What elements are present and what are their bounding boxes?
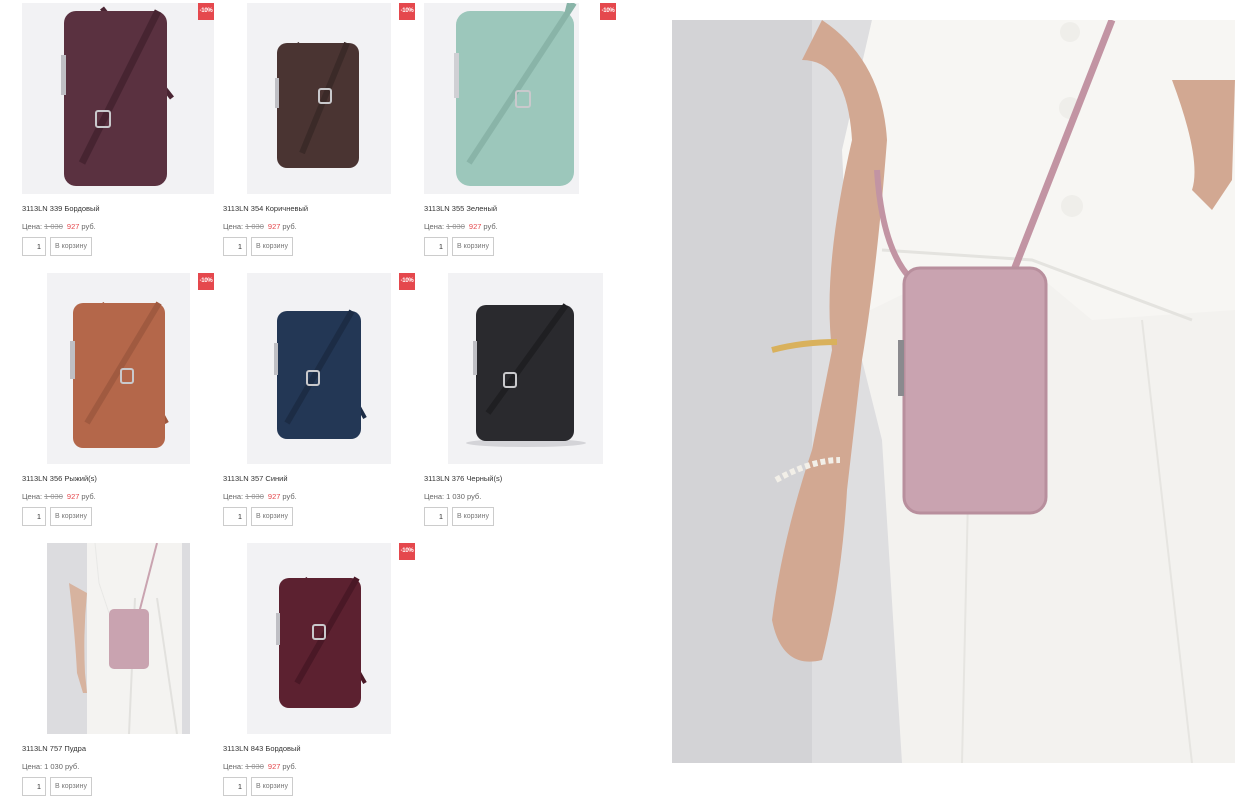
old-price: 1 030 <box>446 222 465 231</box>
product-name[interactable]: 3113LN 354 Коричневый <box>223 204 308 213</box>
price-row: Цена: 1 030 927 руб. <box>223 492 297 501</box>
product-image[interactable] <box>47 543 190 734</box>
add-to-cart-button[interactable]: В корзину <box>251 237 293 256</box>
price-row: Цена: 1 030 руб. <box>424 492 481 501</box>
old-price: 1 030 <box>44 222 63 231</box>
quantity-input[interactable]: 1 <box>22 777 46 796</box>
quantity-input[interactable]: 1 <box>22 507 46 526</box>
price-label: Цена: <box>223 762 244 771</box>
currency: руб. <box>81 222 96 231</box>
old-price: 1 030 <box>245 762 264 771</box>
quantity-input[interactable]: 1 <box>223 507 247 526</box>
price-label: Цена: <box>424 492 445 501</box>
price: 1 030 руб. <box>44 762 80 771</box>
discount-badge: -10% <box>198 273 214 290</box>
price-label: Цена: <box>22 762 43 771</box>
quantity-input[interactable]: 1 <box>424 237 448 256</box>
product-image[interactable] <box>22 3 214 194</box>
price-label: Цена: <box>424 222 445 231</box>
old-price: 1 030 <box>44 492 63 501</box>
currency: руб. <box>483 222 498 231</box>
currency: руб. <box>282 222 297 231</box>
sale-price: 927 <box>468 222 482 231</box>
price-label: Цена: <box>22 222 43 231</box>
add-to-cart-button[interactable]: В корзину <box>452 507 494 526</box>
add-to-cart-button[interactable]: В корзину <box>251 777 293 796</box>
price: 1 030 руб. <box>446 492 482 501</box>
product-image[interactable] <box>247 543 391 734</box>
price-label: Цена: <box>223 222 244 231</box>
product-name[interactable]: 3113LN 356 Рыжий(s) <box>22 474 97 483</box>
price-row: Цена: 1 030 927 руб. <box>424 222 498 231</box>
product-name[interactable]: 3113LN 376 Черный(s) <box>424 474 502 483</box>
quantity-input[interactable]: 1 <box>22 237 46 256</box>
discount-badge: -10% <box>399 3 415 20</box>
discount-badge: -10% <box>399 273 415 290</box>
product-image[interactable] <box>247 3 391 194</box>
price-row: Цена: 1 030 руб. <box>22 762 79 771</box>
price-row: Цена: 1 030 927 руб. <box>22 222 96 231</box>
product-name[interactable]: 3113LN 355 Зеленый <box>424 204 497 213</box>
currency: руб. <box>282 492 297 501</box>
add-to-cart-button[interactable]: В корзину <box>50 237 92 256</box>
price-row: Цена: 1 030 927 руб. <box>22 492 96 501</box>
add-to-cart-button[interactable]: В корзину <box>251 507 293 526</box>
sale-price: 927 <box>267 762 281 771</box>
sale-price: 927 <box>66 492 80 501</box>
product-image[interactable] <box>424 3 579 194</box>
product-name[interactable]: 3113LN 357 Синий <box>223 474 288 483</box>
quantity-input[interactable]: 1 <box>223 237 247 256</box>
add-to-cart-button[interactable]: В корзину <box>50 507 92 526</box>
product-image[interactable] <box>47 273 190 464</box>
currency: руб. <box>81 492 96 501</box>
price-label: Цена: <box>223 492 244 501</box>
hero-product-photo[interactable] <box>672 20 1235 763</box>
add-to-cart-button[interactable]: В корзину <box>50 777 92 796</box>
currency: руб. <box>282 762 297 771</box>
product-name[interactable]: 3113LN 339 Бордовый <box>22 204 100 213</box>
add-to-cart-button[interactable]: В корзину <box>452 237 494 256</box>
product-name[interactable]: 3113LN 843 Бордовый <box>223 744 301 753</box>
product-name[interactable]: 3113LN 757 Пудра <box>22 744 86 753</box>
sale-price: 927 <box>267 492 281 501</box>
price-row: Цена: 1 030 927 руб. <box>223 762 297 771</box>
sale-price: 927 <box>267 222 281 231</box>
price-row: Цена: 1 030 927 руб. <box>223 222 297 231</box>
product-image[interactable] <box>247 273 391 464</box>
discount-badge: -10% <box>399 543 415 560</box>
old-price: 1 030 <box>245 492 264 501</box>
quantity-input[interactable]: 1 <box>424 507 448 526</box>
discount-badge: -10% <box>198 3 214 20</box>
discount-badge: -10% <box>600 3 616 20</box>
quantity-input[interactable]: 1 <box>223 777 247 796</box>
sale-price: 927 <box>66 222 80 231</box>
price-label: Цена: <box>22 492 43 501</box>
old-price: 1 030 <box>245 222 264 231</box>
product-image[interactable] <box>448 273 603 464</box>
